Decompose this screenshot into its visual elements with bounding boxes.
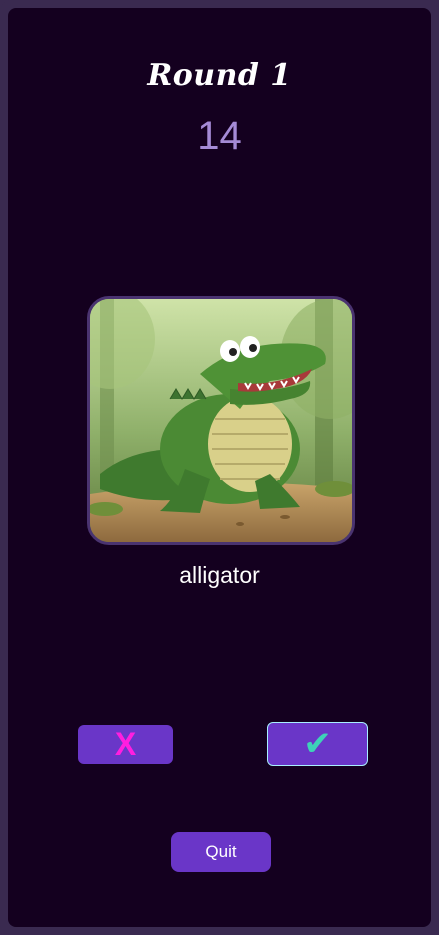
- word-label: alligator: [179, 562, 260, 588]
- alligator-illustration: [90, 299, 352, 542]
- round-title: Round 1: [147, 58, 292, 93]
- wrong-button[interactable]: X: [78, 725, 173, 764]
- quit-button[interactable]: Quit: [171, 832, 271, 872]
- word-picture: [87, 296, 355, 545]
- x-icon: X: [114, 726, 137, 762]
- correct-button[interactable]: ✔: [267, 722, 368, 766]
- countdown-timer: 14: [197, 114, 242, 158]
- checkmark-icon: ✔: [303, 725, 332, 763]
- quit-label: Quit: [205, 842, 237, 861]
